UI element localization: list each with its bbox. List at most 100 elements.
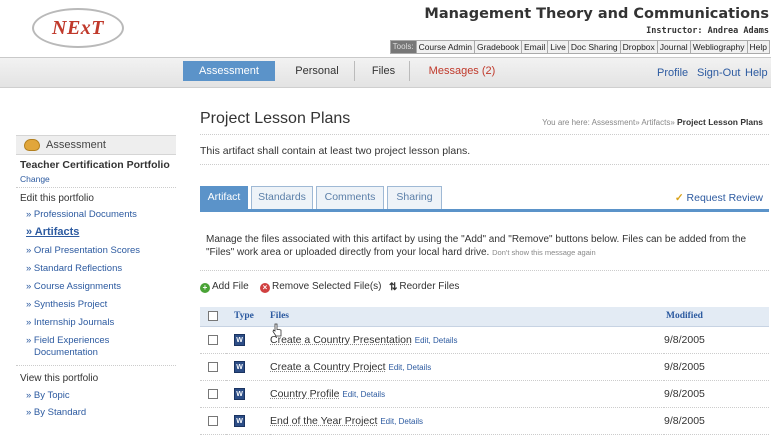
breadcrumb: You are here: Assessment» Artifacts» Pro… [542,117,763,127]
help-link[interactable]: Help [745,67,768,79]
file-name-link[interactable]: End of the Year Project [270,415,377,427]
artifact-subtabs: Artifact Standards Comments Sharing ✓ Re… [200,186,769,212]
type-cell: W [226,326,270,354]
file-name-link[interactable]: Country Profile [270,388,339,400]
manage-files-message: Manage the files associated with this ar… [206,233,762,259]
toolbar-gradebook[interactable]: Gradebook [474,41,523,53]
edit-link[interactable]: Edit [415,336,429,345]
sidebar-item-field-experiences[interactable]: » Field Experiences [26,335,109,347]
sidebar-item-oral-presentation-scores[interactable]: » Oral Presentation Scores [26,245,140,257]
breadcrumb-path[interactable]: Assessment» Artifacts» [592,118,675,127]
table-row: W Country Profile Edit, Details 9/8/2005 [200,380,769,408]
sign-out-link[interactable]: Sign-Out [697,67,740,79]
column-files[interactable]: Files [270,307,664,327]
tab-sharing[interactable]: Sharing [387,186,442,209]
table-row: W Create a Country Project Edit, Details… [200,353,769,381]
sidebar-header: Assessment [16,135,176,155]
toolbar-dropbox[interactable]: Dropbox [620,41,658,53]
logo-text: NExT [52,16,104,39]
toolbar-course-admin[interactable]: Course Admin [416,41,475,53]
select-all-cell [200,307,226,327]
table-header-row: Type Files Modified [200,307,769,327]
add-file-label: Add File [212,281,249,292]
tab-standards[interactable]: Standards [251,186,313,209]
app-header: NExT Management Theory and Communication… [0,0,771,58]
file-name-link[interactable]: Create a Country Project [270,361,386,373]
reorder-files-button[interactable]: ⇅ Reorder Files [389,281,459,293]
sidebar-divider [16,187,176,188]
edit-link[interactable]: Edit [388,363,402,372]
row-checkbox[interactable] [208,415,218,426]
next-logo[interactable]: NExT [32,8,124,48]
tab-personal[interactable]: Personal [280,61,355,81]
artifact-description: This artifact shall contain at least two… [200,145,471,157]
dont-show-link[interactable]: Don't show this message again [492,248,596,257]
add-icon: + [200,283,210,293]
tab-artifact[interactable]: Artifact [200,186,248,209]
hand-cursor-icon [272,323,282,337]
portfolio-name: Teacher Certification Portfolio [20,159,170,171]
request-review-link[interactable]: ✓ Request Review [675,192,763,204]
sidebar: Assessment Teacher Certification Portfol… [16,135,176,435]
toolbar-live[interactable]: Live [548,41,569,53]
row-checkbox[interactable] [208,388,218,399]
sidebar-item-synthesis-project[interactable]: » Synthesis Project [26,299,107,311]
details-link[interactable]: Details [407,363,431,372]
toolbar-email[interactable]: Email [522,41,549,53]
profile-link[interactable]: Profile [657,67,688,79]
remove-files-label: Remove Selected File(s) [272,281,382,292]
sidebar-item-professional-documents[interactable]: » Professional Documents [26,209,137,221]
tools-label: Tools: [390,41,417,53]
file-cell: Country Profile Edit, Details [270,380,664,408]
tab-assessment[interactable]: Assessment [183,61,275,81]
sidebar-item-course-assignments[interactable]: » Course Assignments [26,281,121,293]
breadcrumb-prefix: You are here: [542,118,590,127]
details-link[interactable]: Details [399,417,423,426]
add-file-button[interactable]: + Add File [200,281,249,293]
sidebar-item-by-topic[interactable]: » By Topic [26,390,70,402]
toolbar-help[interactable]: Help [747,41,769,53]
description-divider [200,164,769,165]
top-nav: Assessment Personal Files Messages (2) P… [0,58,771,88]
tab-messages[interactable]: Messages (2) [414,61,510,81]
remove-files-button[interactable]: × Remove Selected File(s) [260,281,381,293]
sidebar-item-by-standard[interactable]: » By Standard [26,407,86,419]
edit-link[interactable]: Edit [342,390,356,399]
row-checkbox-cell [200,380,226,408]
tools-toolbar: Tools: Course Admin Gradebook Email Live… [389,40,770,54]
file-name-link[interactable]: Create a Country Presentation [270,334,412,346]
select-all-checkbox[interactable] [208,311,218,322]
request-review-label: Request Review [686,192,763,204]
assessment-icon [24,139,40,151]
file-cell: Create a Country Presentation Edit, Deta… [270,326,664,354]
reorder-icon: ⇅ [389,282,398,293]
row-checkbox-cell [200,407,226,435]
row-checkbox[interactable] [208,334,218,345]
details-link[interactable]: Details [361,390,385,399]
tab-files[interactable]: Files [358,61,410,81]
tab-comments[interactable]: Comments [316,186,384,209]
row-checkbox[interactable] [208,361,218,372]
sidebar-item-artifacts[interactable]: » Artifacts [26,226,79,238]
sidebar-header-label: Assessment [46,139,106,151]
edit-portfolio-heading: Edit this portfolio [20,193,94,204]
toolbar-doc-sharing[interactable]: Doc Sharing [568,41,621,53]
title-divider [200,134,769,135]
toolbar-webliography[interactable]: Webliography [690,41,748,53]
details-link[interactable]: Details [433,336,457,345]
table-row: W End of the Year Project Edit, Details … [200,407,769,435]
toolbar-journal[interactable]: Journal [657,41,691,53]
column-modified[interactable]: Modified [664,307,769,327]
file-cell: End of the Year Project Edit, Details [270,407,664,435]
manage-files-text: Manage the files associated with this ar… [206,234,747,258]
table-row: W Create a Country Presentation Edit, De… [200,326,769,354]
sidebar-item-standard-reflections[interactable]: » Standard Reflections [26,263,122,275]
word-document-icon: W [234,387,245,400]
modified-cell: 9/8/2005 [664,326,769,354]
edit-link[interactable]: Edit [380,417,394,426]
sidebar-item-internship-journals[interactable]: » Internship Journals [26,317,114,329]
file-cell: Create a Country Project Edit, Details [270,353,664,381]
change-portfolio-link[interactable]: Change [20,174,50,184]
column-type[interactable]: Type [226,307,270,327]
sidebar-item-field-experiences-line2[interactable]: Documentation [34,347,98,359]
